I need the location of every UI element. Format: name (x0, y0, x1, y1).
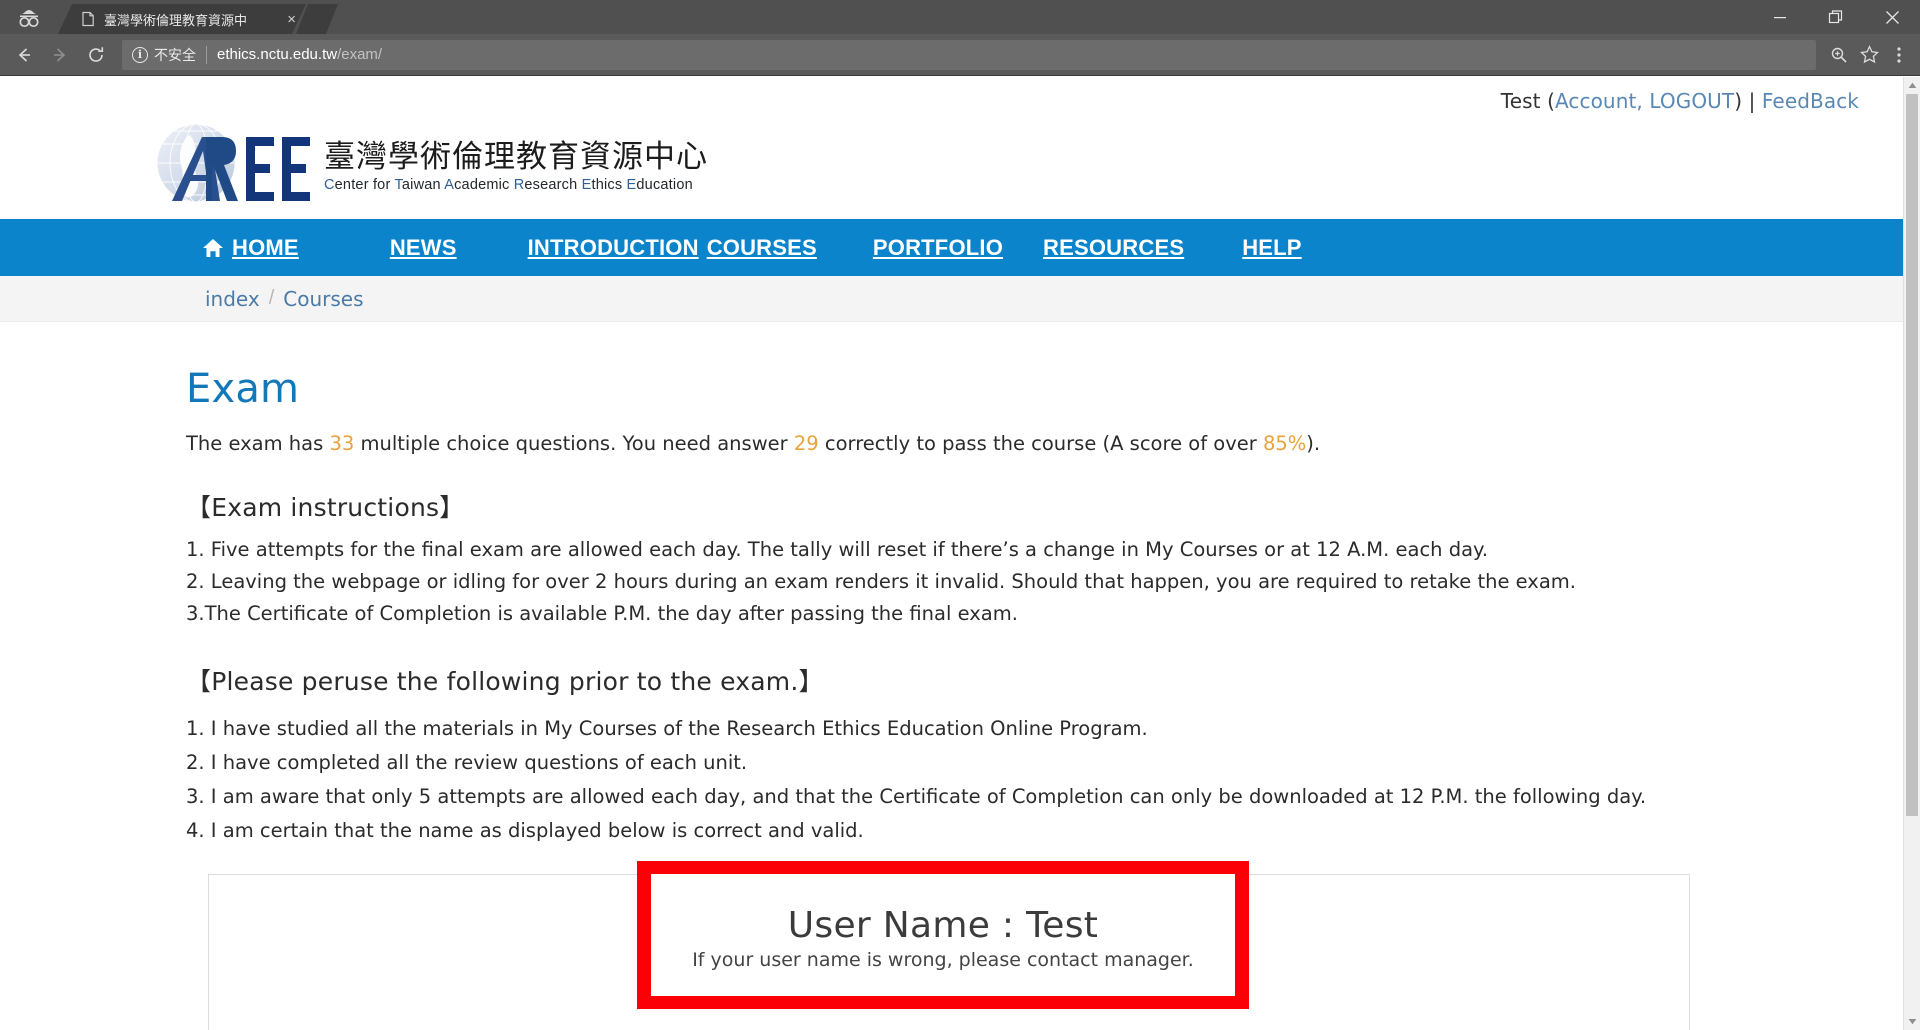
paren-open: ( (1547, 89, 1555, 113)
main-content: Exam The exam has 33 multiple choice que… (0, 322, 1903, 1030)
incognito-icon (0, 0, 58, 34)
peruse-heading: 【Please peruse the following prior to th… (186, 667, 824, 697)
security-status-label: 不安全 (154, 47, 196, 64)
page-viewport: Test (Account, LOGOUT) | FeedBack 臺灣學術倫理… (0, 77, 1920, 1030)
three-dot-menu-icon[interactable] (1884, 40, 1914, 70)
window-controls (1752, 0, 1920, 34)
nav-label-home: HOME (232, 234, 299, 260)
security-status[interactable]: i 不安全 (132, 45, 196, 65)
exam-instructions-heading: 【Exam instructions】 (186, 493, 465, 522)
nav-item-introduction[interactable]: INTRODUCTION (528, 235, 699, 261)
username-box-inner: User Name : Test If your user name is wr… (651, 874, 1235, 997)
browser-toolbar: i 不安全 ethics.nctu.edu.tw/exam/ (0, 34, 1920, 76)
nav-label-news: NEWS (389, 234, 457, 260)
nav-label-courses: COURSES (706, 234, 817, 260)
question-count: 33 (329, 432, 355, 455)
list-item: 3. I am aware that only 5 attempts are a… (186, 784, 1647, 808)
username-label: User Name : Test (787, 905, 1099, 947)
nav-label-resources: RESOURCES (1043, 234, 1185, 260)
feedback-link[interactable]: FeedBack (1762, 89, 1859, 113)
list-item: 1. Five attempts for the final exam are … (186, 538, 1489, 561)
site-logo-area: 臺灣學術倫理教育資源中心 Center for Taiwan Academic … (0, 113, 1903, 219)
restore-icon[interactable] (1808, 0, 1864, 34)
list-item: 4. I am certain that the name as display… (186, 818, 864, 842)
list-item: 2. I have completed all the review quest… (186, 751, 748, 775)
peruse-list: 1. I have studied all the materials in M… (186, 712, 1903, 847)
exam-instructions-list: 1. Five attempts for the final exam are … (186, 534, 1903, 629)
omnibox-divider (206, 45, 207, 64)
username-highlight-box: User Name : Test If your user name is wr… (637, 861, 1249, 1010)
zoom-magnifier-icon[interactable] (1824, 40, 1854, 70)
nav-item-help[interactable]: HELP (1242, 235, 1301, 261)
bar-divider: | (1748, 89, 1756, 113)
info-circle-icon: i (132, 46, 148, 63)
site-logo[interactable]: 臺灣學術倫理教育資源中心 Center for Taiwan Academic … (150, 121, 1903, 213)
logo-chinese-title: 臺灣學術倫理教育資源中心 (324, 138, 708, 175)
nav-item-home[interactable]: HOME (202, 235, 299, 261)
toolbar-icons (1824, 40, 1914, 70)
page-scrollbar[interactable] (1903, 77, 1920, 1030)
intro-part4: ). (1306, 432, 1321, 455)
exam-intro: The exam has 33 multiple choice question… (186, 432, 1903, 455)
page-icon (80, 11, 96, 27)
back-button[interactable] (6, 37, 42, 73)
scrollbar-track[interactable] (1904, 94, 1920, 1013)
address-bar[interactable]: i 不安全 ethics.nctu.edu.tw/exam/ (122, 39, 1816, 70)
breadcrumb-separator: / (268, 287, 275, 309)
nav-label-portfolio: PORTFOLIO (872, 234, 1004, 260)
list-item: 2. Leaving the webpage or idling for ove… (186, 569, 1576, 593)
minimize-icon[interactable] (1752, 0, 1808, 34)
paren-close: ) (1734, 89, 1743, 113)
logo-english-subtitle: Center for Taiwan Academic Research Ethi… (324, 176, 693, 193)
url-host: ethics.nctu.edu.tw (217, 46, 338, 63)
nav-label-help: HELP (1242, 234, 1302, 260)
intro-part3: correctly to pass the course (A score of… (818, 432, 1263, 455)
reload-button[interactable] (78, 37, 114, 73)
nav-label-introduction: INTRODUCTION (527, 234, 699, 260)
forward-button[interactable] (42, 37, 78, 73)
logo-text: 臺灣學術倫理教育資源中心 Center for Taiwan Academic … (324, 138, 708, 195)
breadcrumb-index[interactable]: index (205, 287, 260, 311)
nav-item-resources[interactable]: RESOURCES (1043, 235, 1184, 261)
close-icon[interactable]: × (287, 12, 296, 27)
scrollbar-thumb[interactable] (1906, 94, 1918, 816)
browser-window: 臺灣學術倫理教育資源中 × i 不安全 ethics.nctu.edu.tw /… (0, 0, 1920, 1030)
intro-part1: The exam has (186, 432, 330, 455)
star-icon[interactable] (1854, 40, 1884, 70)
breadcrumb: index / Courses (0, 276, 1903, 322)
home-icon (202, 237, 224, 259)
account-bar: Test (Account, LOGOUT) | FeedBack (0, 77, 1903, 113)
username-note: If your user name is wrong, please conta… (692, 949, 1194, 972)
list-item: 1. I have studied all the materials in M… (186, 717, 1148, 741)
tab-title: 臺灣學術倫理教育資源中 (104, 13, 248, 29)
nav-item-courses[interactable]: COURSES (707, 235, 817, 261)
logout-link[interactable]: LOGOUT (1649, 89, 1734, 113)
scroll-up-arrow-icon[interactable] (1904, 77, 1920, 94)
nav-item-news[interactable]: NEWS (390, 235, 457, 261)
correct-count: 29 (793, 432, 819, 455)
close-window-icon[interactable] (1864, 0, 1920, 34)
main-navigation: HOME NEWS INTRODUCTION COURSES PORTFOLIO… (0, 219, 1903, 276)
account-username: Test (1500, 89, 1541, 113)
username-panel: User Name : Test If your user name is wr… (208, 861, 1690, 1030)
nav-item-portfolio[interactable]: PORTFOLIO (873, 235, 1003, 261)
browser-tab[interactable]: 臺灣學術倫理教育資源中 × (58, 4, 306, 34)
breadcrumb-courses[interactable]: Courses (283, 287, 363, 311)
web-page: Test (Account, LOGOUT) | FeedBack 臺灣學術倫理… (0, 77, 1903, 1030)
account-link[interactable]: Account, (1555, 89, 1643, 113)
url-path: /exam/ (337, 46, 383, 63)
pass-percent: 85% (1262, 432, 1307, 455)
intro-part2: multiple choice questions. You need answ… (354, 432, 794, 455)
list-item: 3.The Certificate of Completion is avail… (186, 601, 1018, 625)
aree-logo-icon (150, 121, 330, 213)
browser-titlebar: 臺灣學術倫理教育資源中 × (0, 0, 1920, 34)
tab-strip: 臺灣學術倫理教育資源中 × (58, 0, 1752, 34)
scroll-down-arrow-icon[interactable] (1904, 1013, 1920, 1030)
page-title: Exam (186, 366, 300, 412)
